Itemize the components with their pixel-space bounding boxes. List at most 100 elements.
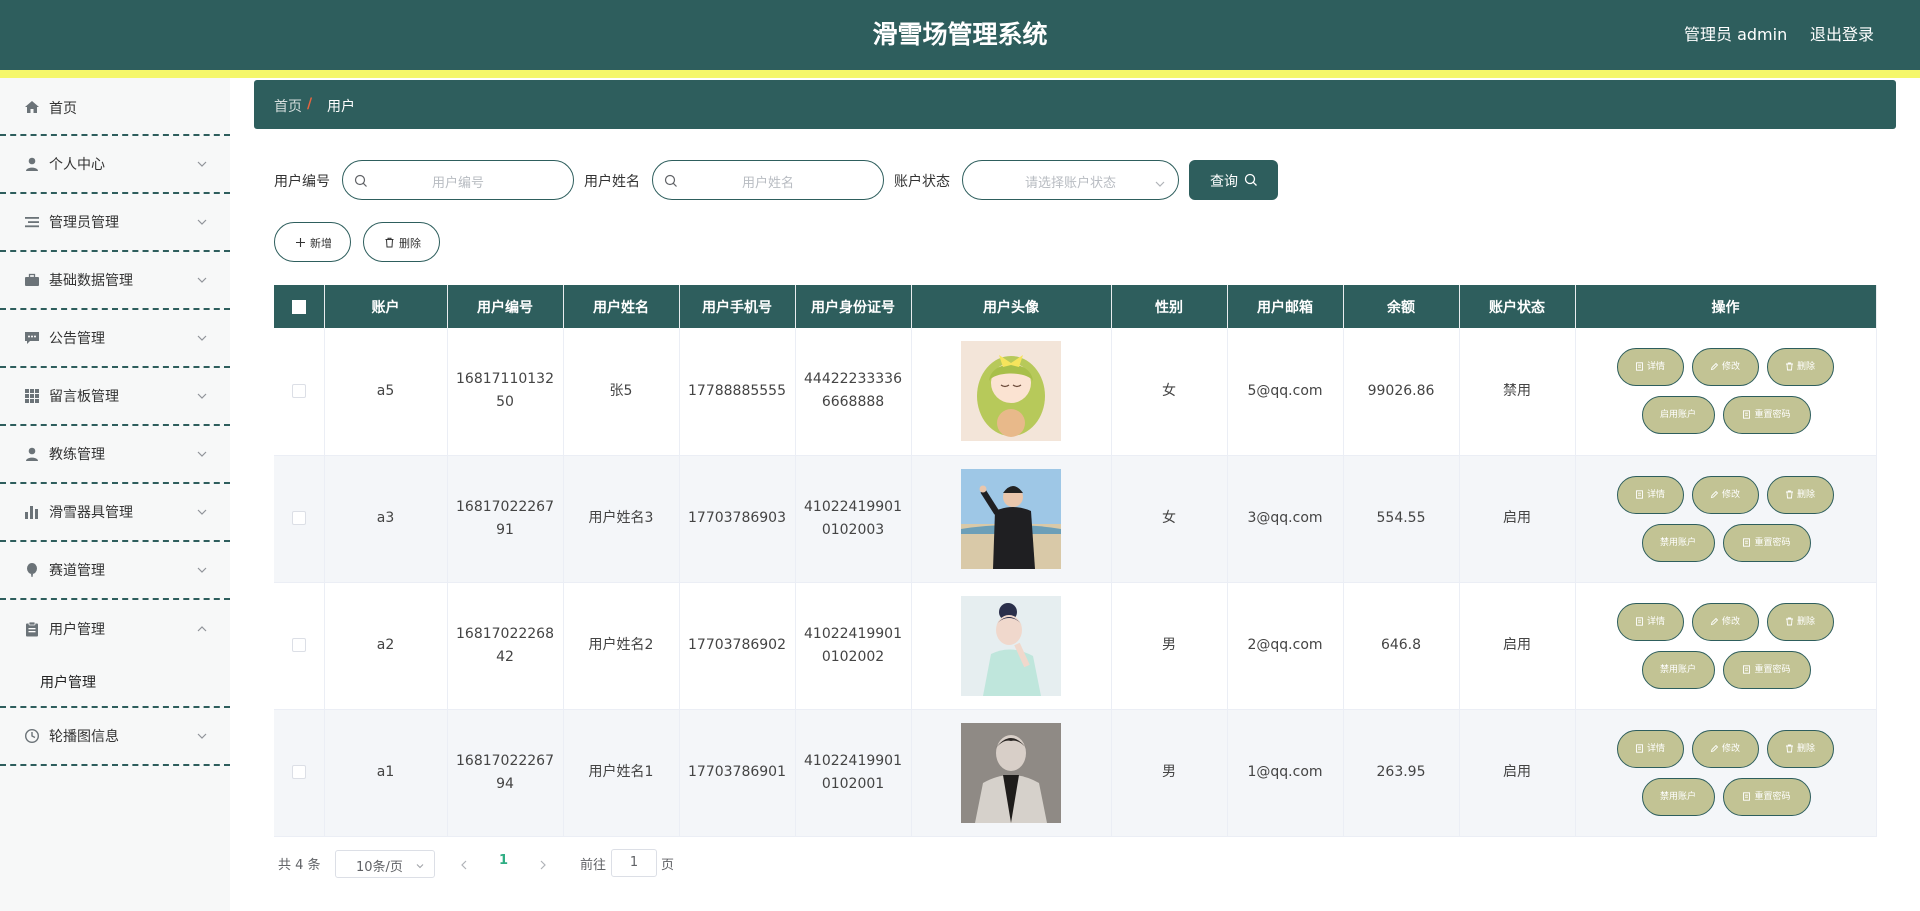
delete-label: 删除: [1796, 362, 1815, 372]
chevron-down-icon: [196, 158, 208, 170]
submenu-user-management[interactable]: 用户管理: [40, 672, 96, 692]
table-row: a5 1681711013250 张5 17788885555 44422233…: [274, 328, 1877, 456]
row-checkbox[interactable]: [291, 765, 306, 779]
id-card-cell: 444222333366668888: [795, 328, 912, 456]
header-accent-line: [0, 70, 1920, 78]
account-status-select[interactable]: 请选择账户状态: [962, 160, 1179, 200]
balance-cell: 646.8: [1343, 582, 1460, 710]
detail-label: 详情: [1646, 743, 1665, 754]
row-delete-button[interactable]: 删除: [1766, 729, 1834, 768]
balance-cell: 554.55: [1343, 455, 1460, 583]
account-status-label: 账户状态: [894, 174, 950, 190]
sidebar-item-notice[interactable]: 公告管理: [0, 310, 230, 368]
edit-button[interactable]: 修改: [1691, 475, 1759, 514]
goto-page-input[interactable]: 1: [611, 849, 657, 877]
row-checkbox[interactable]: [291, 511, 306, 525]
row-checkbox[interactable]: [291, 383, 306, 398]
row-actions: 详情 修改 删除 禁用账户 重置密码: [1576, 456, 1876, 582]
actions-cell: 详情 修改 删除 禁用账户 重置密码: [1575, 455, 1877, 583]
page-size-select[interactable]: 10条/页: [335, 850, 435, 878]
sidebar-item-base-data[interactable]: 基础数据管理: [0, 252, 230, 310]
table-row: a2 1681702226842 用户姓名2 17703786902 41022…: [274, 582, 1877, 710]
user-no-cell: 1681702226794: [447, 709, 564, 837]
add-button[interactable]: 新增: [274, 222, 351, 262]
actions-cell: 详情 修改 删除 启用账户 重置密码: [1575, 328, 1877, 456]
select-all-checkbox[interactable]: [291, 299, 306, 314]
toggle-account-button[interactable]: 禁用账户: [1641, 777, 1715, 816]
sidebar-item-profile[interactable]: 个人中心: [0, 136, 230, 194]
row-delete-button[interactable]: 删除: [1766, 348, 1834, 386]
column-header: 用户编号: [447, 285, 564, 328]
sidebar-item-label: 首页: [49, 101, 77, 117]
row-delete-button[interactable]: 删除: [1766, 475, 1834, 514]
grid-icon: [24, 388, 40, 404]
toggle-account-label: 启用账户: [1659, 410, 1696, 420]
query-button[interactable]: 查询: [1189, 160, 1278, 200]
user-no-cell: 1681711013250: [447, 328, 564, 456]
edit-button[interactable]: 修改: [1691, 602, 1759, 641]
edit-button[interactable]: 修改: [1691, 729, 1759, 768]
detail-button[interactable]: 详情: [1616, 729, 1684, 768]
reset-password-label: 重置密码: [1754, 410, 1791, 420]
id-card-cell: 410224199010102001: [795, 709, 912, 837]
app-title: 滑雪场管理系统: [872, 20, 1048, 49]
reset-password-button[interactable]: 重置密码: [1722, 650, 1811, 689]
row-actions: 详情 修改 删除 禁用账户 重置密码: [1576, 710, 1876, 836]
reset-password-button[interactable]: 重置密码: [1722, 523, 1811, 562]
avatar: [961, 595, 1061, 696]
toggle-account-label: 禁用账户: [1659, 537, 1696, 548]
sidebar-item-home[interactable]: 首页: [0, 78, 230, 136]
column-header: 余额: [1343, 285, 1460, 328]
logout-link[interactable]: 退出登录: [1810, 0, 1874, 70]
column-header: 操作: [1575, 285, 1877, 328]
name-cell: 用户姓名2: [563, 582, 680, 710]
avatar: [961, 341, 1061, 442]
sidebar-item-carousel[interactable]: 轮播图信息: [0, 708, 230, 766]
prev-page-button[interactable]: [458, 856, 470, 870]
toggle-account-button[interactable]: 禁用账户: [1641, 650, 1715, 689]
delete-button-label: 删除: [399, 237, 421, 250]
page-number-current[interactable]: 1: [499, 853, 508, 868]
id-card-cell: 410224199010102002: [795, 582, 912, 710]
delete-button[interactable]: 删除: [363, 222, 440, 262]
toggle-account-button[interactable]: 启用账户: [1641, 396, 1715, 434]
edit-icon: [1710, 362, 1719, 371]
table-header-row: 账户 用户编号 用户姓名 用户手机号 用户身份证号 用户头像 性别 用户邮箱 余…: [274, 285, 1877, 328]
delete-label: 删除: [1796, 489, 1815, 500]
next-page-button[interactable]: [537, 856, 549, 870]
row-checkbox[interactable]: [291, 638, 306, 652]
toggle-account-button[interactable]: 禁用账户: [1641, 523, 1715, 562]
sidebar-item-equipment[interactable]: 滑雪器具管理: [0, 484, 230, 542]
user-id-input[interactable]: 用户编号: [342, 160, 574, 200]
detail-button[interactable]: 详情: [1616, 602, 1684, 641]
row-delete-button[interactable]: 删除: [1766, 602, 1834, 641]
sidebar-item-admin[interactable]: 管理员管理: [0, 194, 230, 252]
reset-password-button[interactable]: 重置密码: [1722, 777, 1811, 816]
edit-label: 修改: [1721, 616, 1740, 627]
sidebar-item-coach[interactable]: 教练管理: [0, 426, 230, 484]
document-icon: [1742, 410, 1751, 419]
toggle-account-label: 禁用账户: [1659, 664, 1696, 675]
detail-label: 详情: [1646, 362, 1665, 372]
detail-button[interactable]: 详情: [1616, 475, 1684, 514]
user-no-cell: 1681702226842: [447, 582, 564, 710]
table-row: a3 1681702226791 用户姓名3 17703786903 41022…: [274, 455, 1877, 583]
reset-password-button[interactable]: 重置密码: [1722, 396, 1811, 434]
detail-label: 详情: [1646, 489, 1665, 500]
edit-button[interactable]: 修改: [1691, 348, 1759, 386]
sidebar-item-track[interactable]: 赛道管理: [0, 542, 230, 600]
breadcrumb-current: 用户: [327, 99, 355, 115]
row-actions: 详情 修改 删除 禁用账户 重置密码: [1576, 583, 1876, 709]
breadcrumb-home[interactable]: 首页: [274, 96, 302, 116]
name-cell: 张5: [563, 328, 680, 456]
column-header: 用户头像: [911, 285, 1112, 328]
message-icon: [24, 330, 40, 346]
sidebar-item-label: 轮播图信息: [49, 729, 119, 745]
sidebar-item-users[interactable]: 用户管理 用户管理: [0, 600, 230, 708]
chevron-down-icon: [196, 274, 208, 286]
user-name-input[interactable]: 用户姓名: [652, 160, 884, 200]
sidebar-item-message-board[interactable]: 留言板管理: [0, 368, 230, 426]
detail-button[interactable]: 详情: [1616, 348, 1684, 386]
detail-label: 详情: [1646, 616, 1665, 627]
plus-icon: [295, 237, 306, 248]
